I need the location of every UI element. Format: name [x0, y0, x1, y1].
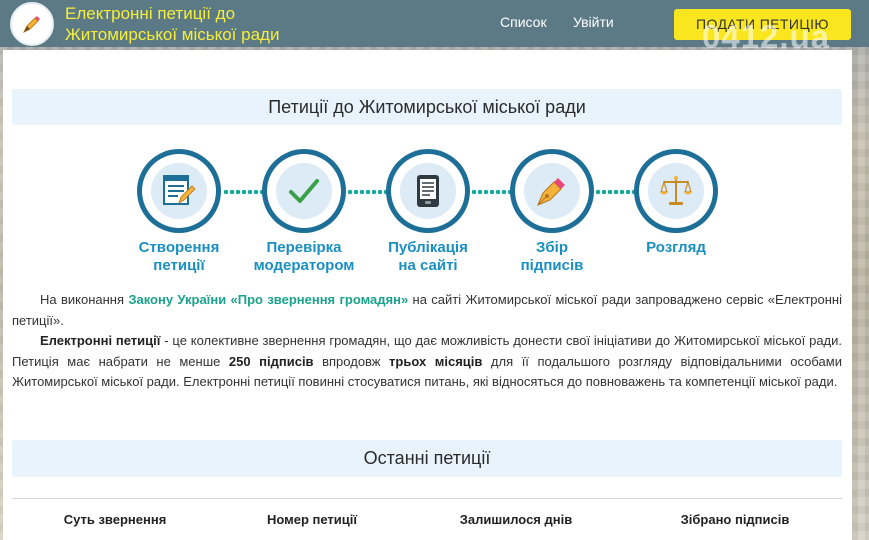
checkmark-icon: [289, 179, 319, 203]
page-title: Петиції до Житомирської міської ради: [12, 89, 842, 125]
step-connector: [595, 189, 637, 195]
step-label-line: на сайті: [398, 257, 458, 274]
signature-count: 250 підписів: [228, 353, 314, 369]
step-signatures-circle: [510, 149, 594, 233]
description-text: впродовж: [313, 353, 390, 369]
term-bold: Електронні петиції: [40, 333, 161, 348]
step-connector: [223, 189, 265, 195]
step-label-line: підписів: [520, 257, 584, 274]
description-paragraph: Електронні петиції - це колективне зверн…: [12, 331, 842, 393]
law-link[interactable]: Закону України «Про звернення громадян»: [128, 292, 408, 307]
step-moderation-circle: [262, 149, 346, 233]
nav-list-link[interactable]: Список: [500, 14, 547, 30]
form-pencil-icon: [163, 175, 196, 205]
step-moderation-label: Перевірка модератором: [244, 239, 364, 275]
step-publication-circle: [386, 149, 470, 233]
intro-paragraph: На виконання Закону України «Про звернен…: [12, 290, 842, 331]
column-header-subject[interactable]: Суть звернення: [15, 512, 215, 527]
nav-login-link[interactable]: Увійти: [573, 14, 614, 30]
step-review-circle: [634, 149, 718, 233]
site-title-line2: Житомирської міської ради: [65, 25, 280, 44]
table-divider: [12, 498, 842, 499]
step-publication-label: Публікація на сайті: [368, 239, 488, 275]
site-header: Електронні петиції до Житомирської міськ…: [0, 0, 869, 55]
step-label-line: модератором: [253, 257, 355, 274]
scales-icon: [660, 176, 692, 205]
step-label-line: Розгляд: [646, 239, 706, 256]
column-header-signatures[interactable]: Зібрано підписів: [635, 512, 835, 527]
step-label-line: Збір: [536, 239, 568, 256]
main-panel: Петиції до Житомирської міської ради Ств…: [3, 50, 852, 540]
step-connector: [347, 189, 389, 195]
site-logo[interactable]: [10, 2, 54, 46]
step-label-line: петиції: [153, 257, 205, 274]
step-signatures-label: Збір підписів: [492, 239, 612, 275]
period-bold: трьох місяців: [389, 353, 483, 369]
step-review-label: Розгляд: [616, 239, 736, 257]
latest-petitions-title: Останні петиції: [12, 440, 842, 477]
ereader-icon: [417, 175, 439, 207]
step-label-line: Перевірка: [266, 239, 342, 256]
step-label-line: Створення: [138, 239, 220, 256]
step-create-circle: [137, 149, 221, 233]
column-header-number[interactable]: Номер петиції: [212, 512, 412, 527]
site-title-line1: Електронні петиції до: [65, 4, 236, 23]
step-label-line: Публікація: [388, 239, 468, 256]
column-header-days-left[interactable]: Залишилося днів: [416, 512, 616, 527]
step-create-label: Створення петиції: [119, 239, 239, 275]
pen-logo-icon: [22, 16, 40, 34]
fountain-pen-icon: [537, 178, 565, 206]
step-connector: [471, 189, 513, 195]
site-title[interactable]: Електронні петиції до Житомирської міськ…: [65, 3, 395, 45]
intro-text: На виконання: [40, 292, 129, 307]
